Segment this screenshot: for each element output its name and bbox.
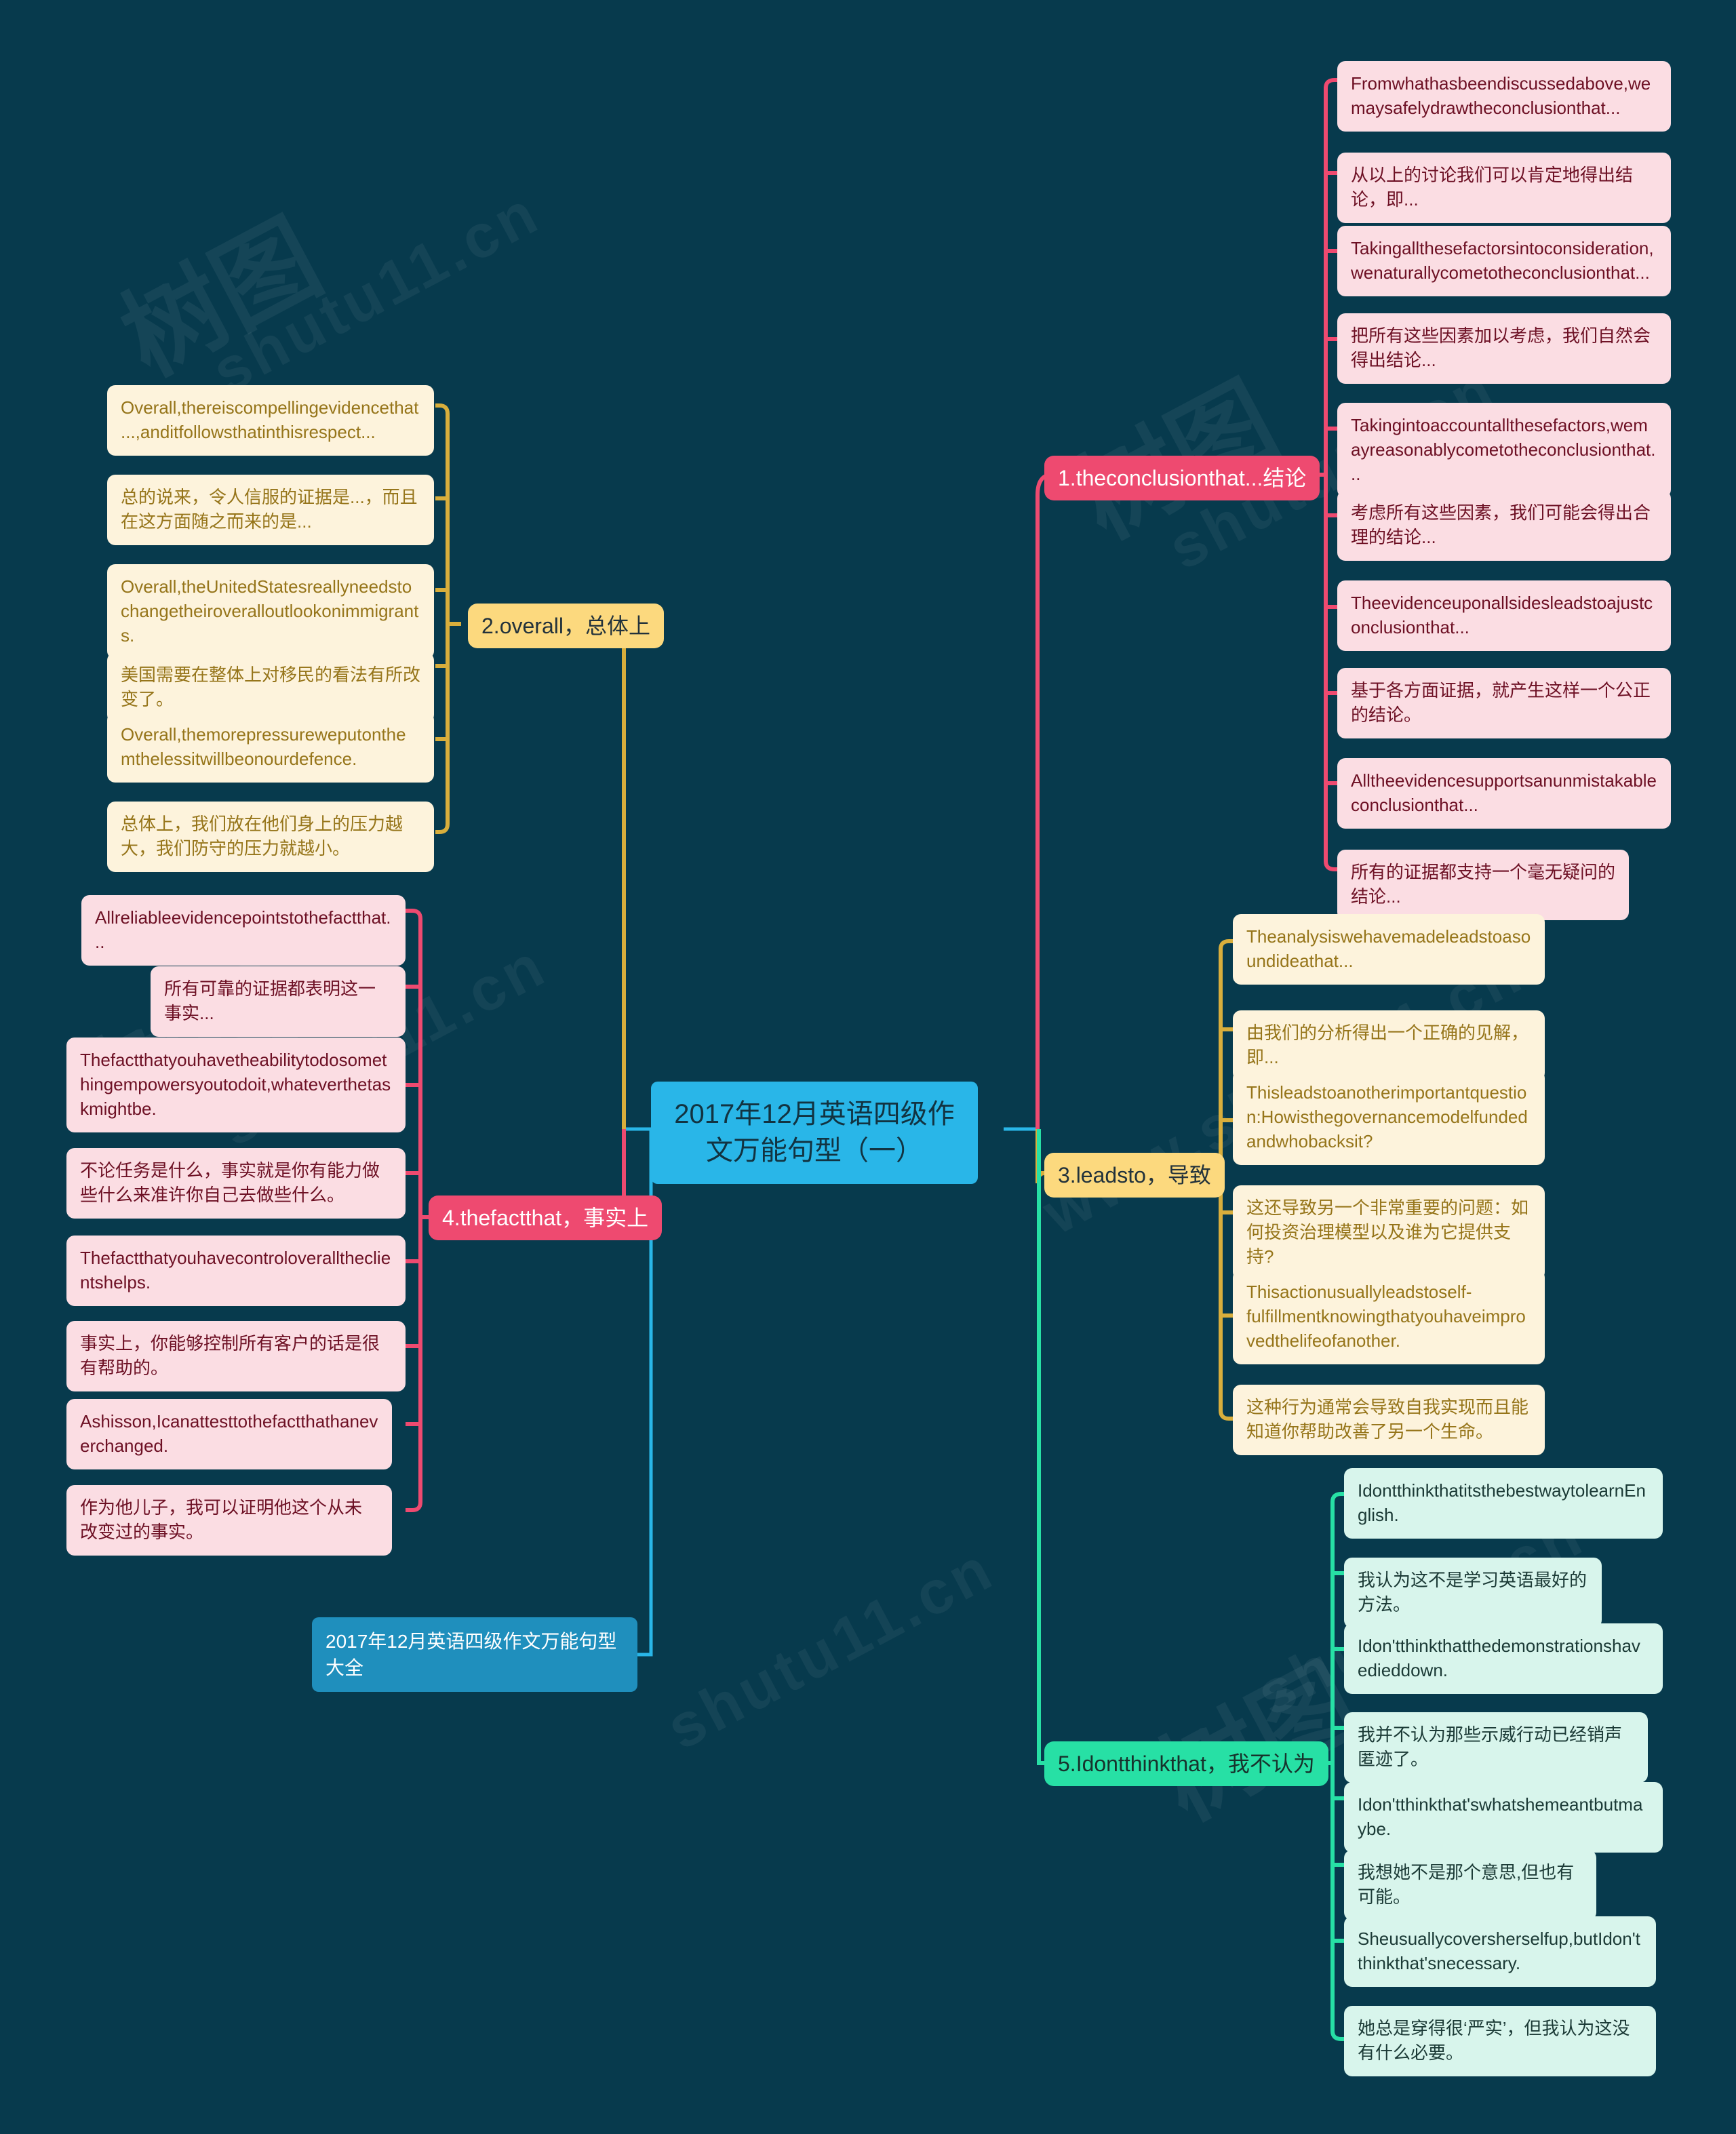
leaf-node[interactable]: 事实上，你能够控制所有客户的话是很有帮助的。 <box>66 1321 406 1391</box>
leaf-node[interactable]: Ashisson,Icanattesttothefactthathaneverc… <box>66 1399 392 1469</box>
leaf-node[interactable]: 把所有这些因素加以考虑，我们自然会得出结论... <box>1337 313 1671 384</box>
leaf-node[interactable]: 所有可靠的证据都表明这一事实... <box>151 966 406 1037</box>
leaf-node[interactable]: Sheusuallycoversherselfup,butIdon'tthink… <box>1344 1916 1656 1987</box>
leaf-node[interactable]: Idon'tthinkthat'swhatshemeantbutmaybe. <box>1344 1782 1663 1853</box>
leaf-node[interactable]: 总的说来，令人信服的证据是...，而且在这方面随之而来的是... <box>107 475 434 545</box>
leaf-node[interactable]: Thisleadstoanotherimportantquestion:Howi… <box>1233 1070 1545 1165</box>
leaf-node[interactable]: Thefactthatyouhavetheabilitytodosomethin… <box>66 1038 406 1132</box>
leaf-node[interactable]: Alltheevidencesupportsanunmistakableconc… <box>1337 758 1671 829</box>
leaf-node[interactable]: 从以上的讨论我们可以肯定地得出结论，即... <box>1337 153 1671 223</box>
leaf-node[interactable]: 我想她不是那个意思,但也有可能。 <box>1344 1850 1596 1920</box>
leaf-node[interactable]: Overall,theUnitedStatesreallyneedstochan… <box>107 564 434 659</box>
related-link-node[interactable]: 2017年12月英语四级作文万能句型大全 <box>312 1617 637 1693</box>
leaf-node[interactable]: Idon'tthinkthatthedemonstrationshavedied… <box>1344 1623 1663 1694</box>
leaf-node[interactable]: 我并不认为那些示威行动已经销声匿迹了。 <box>1344 1712 1648 1783</box>
leaf-node[interactable]: IdontthinkthatitsthebestwaytolearnEnglis… <box>1344 1468 1663 1539</box>
leaf-node[interactable]: 她总是穿得很‘严实’，但我认为这没有什么必要。 <box>1344 2006 1656 2076</box>
leaf-node[interactable]: 不论任务是什么，事实就是你有能力做些什么来准许你自己去做些什么。 <box>66 1148 406 1219</box>
leaf-node[interactable]: Takingintoaccountallthesefactors,wemayre… <box>1337 403 1671 498</box>
branch-label-conclusion[interactable]: 1.theconclusionthat...结论 <box>1044 456 1320 500</box>
leaf-node[interactable]: 这还导致另一个非常重要的问题：如何投资治理模型以及谁为它提供支持? <box>1233 1185 1545 1280</box>
leaf-node[interactable]: 总体上，我们放在他们身上的压力越大，我们防守的压力就越小。 <box>107 802 434 872</box>
leaf-node[interactable]: Takingallthesefactorsintoconsideration,w… <box>1337 226 1671 296</box>
branch-label-leadsto[interactable]: 3.leadsto，导致 <box>1044 1153 1225 1198</box>
leaf-node[interactable]: Fromwhathasbeendiscussedabove,wemaysafel… <box>1337 61 1671 132</box>
leaf-node[interactable]: Theevidenceuponallsidesleadstoajustconcl… <box>1337 580 1671 651</box>
leaf-node[interactable]: Overall,thereiscompellingevidencethat...… <box>107 385 434 456</box>
leaf-node[interactable]: Theanalysiswehavemadeleadstoasoundideath… <box>1233 914 1545 985</box>
branch-label-idontthinkthat[interactable]: 5.Idontthinkthat，我不认为 <box>1044 1741 1328 1786</box>
leaf-node[interactable]: 考虑所有这些因素，我们可能会得出合理的结论... <box>1337 490 1671 561</box>
mindmap-canvas: 树图 shutu11.cn 树图 shutu11.cn 树图 shutu11.c… <box>0 0 1736 2134</box>
leaf-node[interactable]: 基于各方面证据，就产生这样一个公正的结论。 <box>1337 668 1671 738</box>
branch-label-overall[interactable]: 2.overall，总体上 <box>468 604 664 648</box>
leaf-node[interactable]: 所有的证据都支持一个毫无疑问的结论... <box>1337 850 1629 920</box>
branch-label-thefactthat[interactable]: 4.thefactthat，事实上 <box>429 1196 663 1240</box>
leaf-node[interactable]: Thisactionusuallyleadstoself-fulfillment… <box>1233 1269 1545 1364</box>
leaf-node[interactable]: 这种行为通常会导致自我实现而且能知道你帮助改善了另一个生命。 <box>1233 1385 1545 1455</box>
watermark-url-6: shutu11.cn <box>656 1534 1006 1763</box>
leaf-node[interactable]: 我认为这不是学习英语最好的方法。 <box>1344 1558 1602 1628</box>
leaf-node[interactable]: Allreliableevidencepointstothefactthat..… <box>81 895 406 966</box>
leaf-node[interactable]: Thefactthatyouhavecontroloveralltheclien… <box>66 1236 406 1306</box>
leaf-node[interactable]: Overall,themorepressureweputonthemtheles… <box>107 712 434 783</box>
leaf-node[interactable]: 作为他儿子，我可以证明他这个从未改变过的事实。 <box>66 1485 392 1556</box>
central-topic[interactable]: 2017年12月英语四级作文万能句型（一） <box>651 1082 978 1185</box>
